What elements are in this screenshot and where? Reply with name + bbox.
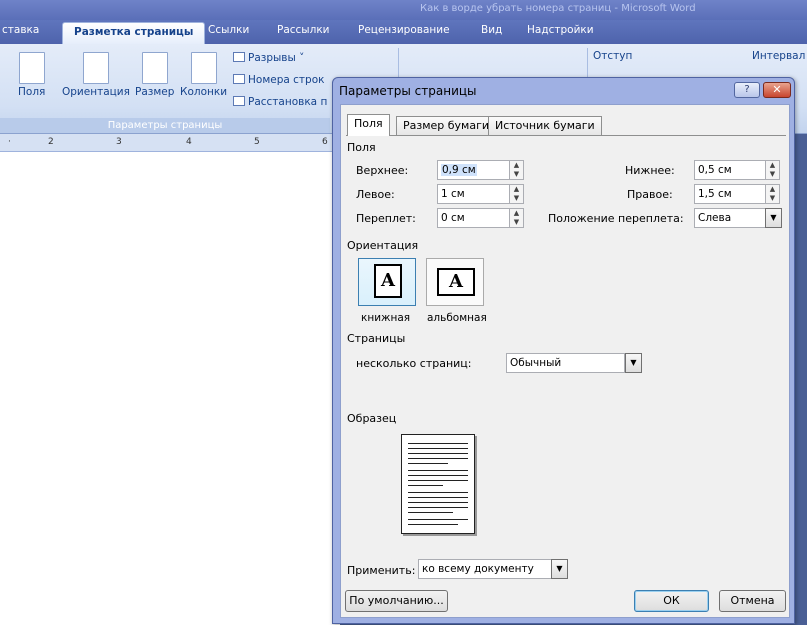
tab-margins[interactable]: Поля [347,114,390,136]
hyphenation-button[interactable]: Расстановка п [233,96,327,108]
spin-up-icon[interactable]: ▲ [510,161,523,170]
tab-addins[interactable]: Надстройки [527,24,594,36]
line-numbers-button[interactable]: Номера строк [233,74,324,86]
page-preview [401,434,475,534]
cancel-button[interactable]: Отмена [719,590,786,612]
indent-label: Отступ [593,50,633,62]
tab-insert[interactable]: ставка [2,24,39,36]
tab-paper-size[interactable]: Размер бумаги [396,116,497,135]
orientation-section-title: Ориентация [347,239,419,252]
spin-down-icon[interactable]: ▼ [510,218,523,227]
orientation-button[interactable]: Ориентация [62,52,130,98]
gutter-label: Переплет: [356,212,416,225]
page-setup-group-caption: Параметры страницы [0,118,330,133]
gutter-position-label: Положение переплета: [548,212,684,225]
orientation-icon [82,52,109,84]
ruler-mark: 5 [254,137,260,147]
spin-up-icon[interactable]: ▲ [510,209,523,218]
ruler-mark: 2 [48,137,54,147]
orientation-button-label: Ориентация [62,86,130,98]
spin-up-icon[interactable]: ▲ [766,161,779,170]
chevron-down-icon[interactable]: ▼ [551,559,568,579]
bottom-margin-spinner[interactable]: ▲ ▼ [766,160,780,180]
preview-section-title: Образец [347,412,397,425]
right-margin-label: Правое: [627,188,673,201]
landscape-label[interactable]: альбомная [427,312,487,324]
tab-paper-source[interactable]: Источник бумаги [488,116,602,135]
horizontal-ruler[interactable]: · 2 3 4 5 6 [0,134,340,152]
top-margin-label: Верхнее: [356,164,409,177]
left-margin-label: Левое: [356,188,395,201]
chevron-down-icon[interactable]: ▼ [625,353,642,373]
tab-view[interactable]: Вид [481,24,502,36]
spin-down-icon[interactable]: ▼ [510,194,523,203]
breaks-icon [233,52,245,62]
spin-up-icon[interactable]: ▲ [766,185,779,194]
tab-review[interactable]: Рецензирование [358,24,450,36]
line-numbers-label: Номера строк [248,74,325,86]
multiple-pages-select[interactable]: Обычный [506,353,625,373]
breaks-button[interactable]: Разрывы ˅ [233,52,304,64]
tab-page-layout[interactable]: Разметка страницы [62,22,206,44]
tab-references[interactable]: Ссылки [208,24,249,36]
left-margin-spinner[interactable]: ▲ ▼ [510,184,524,204]
ruler-mark: 4 [186,137,192,147]
hyphenation-icon [233,96,245,106]
spin-down-icon[interactable]: ▼ [766,170,779,179]
document-page[interactable] [0,152,340,625]
landscape-page-icon: A [437,268,475,296]
left-margin-input[interactable]: 1 см [437,184,510,204]
ok-button[interactable]: ОК [634,590,709,612]
right-margin-spinner[interactable]: ▲ ▼ [766,184,780,204]
ruler-mark: 3 [116,137,122,147]
right-margin-input[interactable]: 1,5 см [694,184,766,204]
ribbon-tabs: ставка Разметка страницы Ссылки Рассылки… [0,20,807,44]
spacing-label: Интервал [752,50,806,62]
size-icon [141,52,168,84]
close-button[interactable]: ✕ [763,82,791,98]
top-margin-spinner[interactable]: ▲ ▼ [510,160,524,180]
margins-button-label: Поля [18,86,46,98]
word-titlebar: Как в ворде убрать номера страниц - Micr… [0,0,807,20]
margins-button[interactable]: Поля [18,52,45,98]
set-default-button[interactable]: По умолчанию... [345,590,448,612]
size-button[interactable]: Размер [135,52,174,98]
margins-section-title: Поля [347,141,376,154]
gutter-spinner[interactable]: ▲ ▼ [510,208,524,228]
page-setup-dialog: Параметры страницы ? ✕ Поля Размер бумаг… [332,77,795,624]
gutter-position-select[interactable]: Слева [694,208,766,228]
margins-icon [18,52,45,84]
spin-down-icon[interactable]: ▼ [510,170,523,179]
columns-button[interactable]: Колонки [180,52,227,98]
portrait-label[interactable]: книжная [361,312,410,324]
apply-to-select[interactable]: ко всему документу [418,559,552,579]
columns-button-label: Колонки [180,86,228,98]
portrait-page-icon: A [374,264,402,298]
chevron-down-icon[interactable]: ▼ [765,208,782,228]
margins-tab-panel: Поля Верхнее: 0,9 см ▲ ▼ Нижнее: 0,5 см ▲… [346,135,786,580]
bottom-margin-label: Нижнее: [625,164,675,177]
size-button-label: Размер [135,86,175,98]
spin-down-icon[interactable]: ▼ [766,194,779,203]
landscape-option[interactable]: A [426,258,484,306]
hyphenation-label: Расстановка п [248,96,328,108]
bottom-margin-input[interactable]: 0,5 см [694,160,766,180]
breaks-label: Разрывы ˅ [248,52,305,64]
apply-to-label: Применить: [347,564,416,577]
tab-mailings[interactable]: Рассылки [277,24,329,36]
dialog-body: Поля Размер бумаги Источник бумаги Поля … [340,104,790,618]
pages-section-title: Страницы [347,332,406,345]
gutter-input[interactable]: 0 см [437,208,510,228]
dialog-title: Параметры страницы [339,84,477,98]
top-margin-value: 0,9 см [441,164,477,176]
multiple-pages-label: несколько страниц: [356,357,472,370]
ruler-mark: 6 [322,137,328,147]
line-numbers-icon [233,74,245,84]
top-margin-input[interactable]: 0,9 см [437,160,510,180]
window-title: Как в ворде убрать номера страниц - Micr… [420,3,696,14]
portrait-option[interactable]: A [358,258,416,306]
spin-up-icon[interactable]: ▲ [510,185,523,194]
columns-icon [190,52,217,84]
help-button[interactable]: ? [734,82,760,98]
